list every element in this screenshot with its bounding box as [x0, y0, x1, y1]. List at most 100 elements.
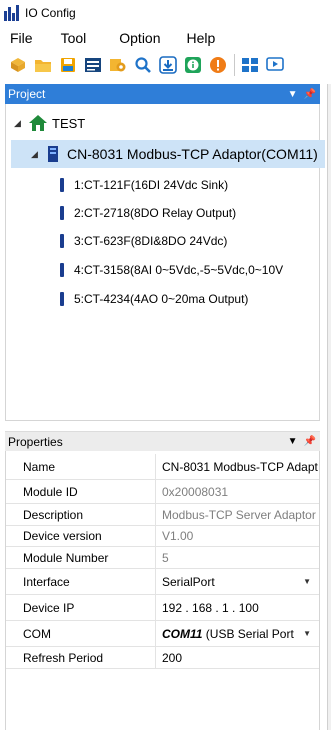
tree-module-label: 2:CT-2718(8DO Relay Output) [74, 206, 237, 220]
module-icon [60, 178, 64, 192]
tree-module-3[interactable]: 3:CT-623F(8DI&8DO 24Vdc) [60, 230, 227, 252]
property-label: Name [6, 454, 156, 479]
tree-module-label: 1:CT-121F(16DI 24Vdc Sink) [74, 178, 229, 192]
search-button[interactable] [131, 53, 155, 77]
config-button[interactable] [81, 53, 105, 77]
tree-adaptor-node[interactable]: ◢ CN-8031 Modbus-TCP Adaptor(COM11) [11, 140, 325, 168]
collapse-triangle-icon[interactable]: ◢ [31, 149, 39, 160]
window-title: IO Config [25, 6, 76, 20]
config-icon [85, 58, 101, 72]
panel-dropdown-icon[interactable]: ▼ [288, 89, 298, 100]
app-logo-icon [4, 5, 20, 21]
interface-select[interactable]: SerialPort ▼ [156, 569, 319, 594]
project-panel-title: Project [8, 87, 46, 101]
properties-grid: Name CN-8031 Modbus-TCP Adapt Module ID … [5, 451, 320, 730]
com-select[interactable]: COM11 (USB Serial Port ▼ [156, 621, 319, 646]
media-button[interactable] [263, 53, 287, 77]
media-icon [266, 57, 284, 71]
menu-help[interactable]: Help [187, 30, 216, 46]
module-icon [60, 263, 64, 277]
tree-module-4[interactable]: 4:CT-3158(8AI 0~5Vdc,-5~5Vdc,0~10V [60, 259, 283, 281]
property-value-name[interactable]: CN-8031 Modbus-TCP Adapt [156, 454, 319, 479]
tree-adaptor-label: CN-8031 Modbus-TCP Adaptor(COM11) [67, 146, 318, 162]
menu-file[interactable]: File [10, 30, 33, 46]
property-row-description: Description Modbus-TCP Server Adaptor [6, 504, 319, 526]
download-button[interactable] [156, 53, 180, 77]
module-icon [60, 292, 64, 306]
chevron-down-icon[interactable]: ▼ [303, 629, 311, 638]
property-label: Interface [6, 569, 156, 594]
info-button[interactable] [181, 53, 205, 77]
title-bar: IO Config [0, 0, 331, 26]
module-icon [60, 206, 64, 220]
search-icon [135, 57, 151, 73]
layout-button[interactable] [238, 53, 262, 77]
property-label: Refresh Period [6, 647, 156, 668]
settings-button[interactable] [106, 53, 130, 77]
property-row-com: COM COM11 (USB Serial Port ▼ [6, 621, 319, 647]
menu-bar: File Tool Option Help [0, 26, 331, 50]
properties-panel-header: Properties ▼ 📌 [5, 431, 320, 451]
new-icon [11, 58, 25, 72]
project-panel-header: Project ▼ 📌 [5, 84, 320, 104]
menu-option[interactable]: Option [119, 30, 160, 46]
open-folder-icon [35, 60, 51, 72]
chevron-down-icon[interactable]: ▼ [303, 577, 311, 586]
download-icon [159, 56, 177, 74]
tree-root-test[interactable]: ◢ TEST [14, 112, 85, 134]
com-select-value: COM11 (USB Serial Port [162, 627, 294, 641]
info-icon [185, 57, 201, 73]
adaptor-icon [48, 146, 58, 162]
save-button[interactable] [56, 53, 80, 77]
menu-tool[interactable]: Tool [61, 30, 87, 46]
panel-dropdown-icon[interactable]: ▼ [288, 436, 298, 447]
property-label: Device version [6, 526, 156, 546]
layout-icon [242, 58, 258, 72]
property-row-name: Name CN-8031 Modbus-TCP Adapt [6, 454, 319, 480]
tree-root-label: TEST [52, 115, 86, 131]
alert-button[interactable] [206, 53, 230, 77]
tree-module-1[interactable]: 1:CT-121F(16DI 24Vdc Sink) [60, 174, 228, 196]
save-icon [61, 58, 75, 72]
open-button[interactable] [31, 53, 55, 77]
module-icon [60, 234, 64, 248]
interface-select-value: SerialPort [162, 574, 215, 589]
property-label: Module ID [6, 480, 156, 503]
tree-module-label: 3:CT-623F(8DI&8DO 24Vdc) [74, 234, 228, 248]
property-label: Device IP [6, 595, 156, 620]
property-value-module-id: 0x20008031 [162, 484, 229, 499]
property-label: Module Number [6, 547, 156, 568]
toolbar-separator [234, 54, 235, 76]
device-ip-input[interactable]: 192 . 168 . 1 . 100 [156, 595, 319, 620]
property-row-interface: Interface SerialPort ▼ [6, 569, 319, 595]
toolbar [0, 50, 331, 80]
new-button[interactable] [6, 53, 30, 77]
project-panel-controls: ▼ 📌 [288, 89, 316, 100]
tree-module-2[interactable]: 2:CT-2718(8DO Relay Output) [60, 202, 236, 224]
tree-module-label: 4:CT-3158(8AI 0~5Vdc,-5~5Vdc,0~10V [74, 263, 284, 277]
home-icon [29, 115, 47, 131]
alert-icon [210, 57, 226, 73]
tree-module-5[interactable]: 5:CT-4234(4AO 0~20ma Output) [60, 288, 248, 310]
property-row-module-id: Module ID 0x20008031 [6, 480, 319, 504]
tree-module-label: 5:CT-4234(4AO 0~20ma Output) [74, 292, 249, 306]
property-row-refresh-period: Refresh Period 200 [6, 647, 319, 669]
refresh-period-input[interactable]: 200 [156, 647, 319, 668]
properties-panel-title: Properties [8, 434, 63, 449]
property-row-device-ip: Device IP 192 . 168 . 1 . 100 [6, 595, 319, 621]
settings-icon [110, 59, 126, 72]
property-row-device-version: Device version V1.00 [6, 526, 319, 547]
collapse-triangle-icon[interactable]: ◢ [14, 118, 22, 129]
com-port-description: (USB Serial Port [202, 626, 294, 641]
property-label: COM [6, 621, 156, 646]
property-value-description: Modbus-TCP Server Adaptor [162, 507, 316, 522]
pin-icon[interactable]: 📌 [304, 89, 316, 100]
properties-panel-controls: ▼ 📌 [288, 436, 316, 447]
com-port-name: COM11 [162, 626, 203, 641]
project-tree: ◢ TEST ◢ CN-8031 Modbus-TCP Adaptor(COM1… [5, 104, 325, 421]
property-row-module-number: Module Number 5 [6, 547, 319, 569]
property-value-module-number: 5 [162, 550, 169, 565]
pin-icon[interactable]: 📌 [304, 436, 316, 447]
property-label: Description [6, 504, 156, 525]
property-value-device-version: V1.00 [162, 529, 194, 543]
